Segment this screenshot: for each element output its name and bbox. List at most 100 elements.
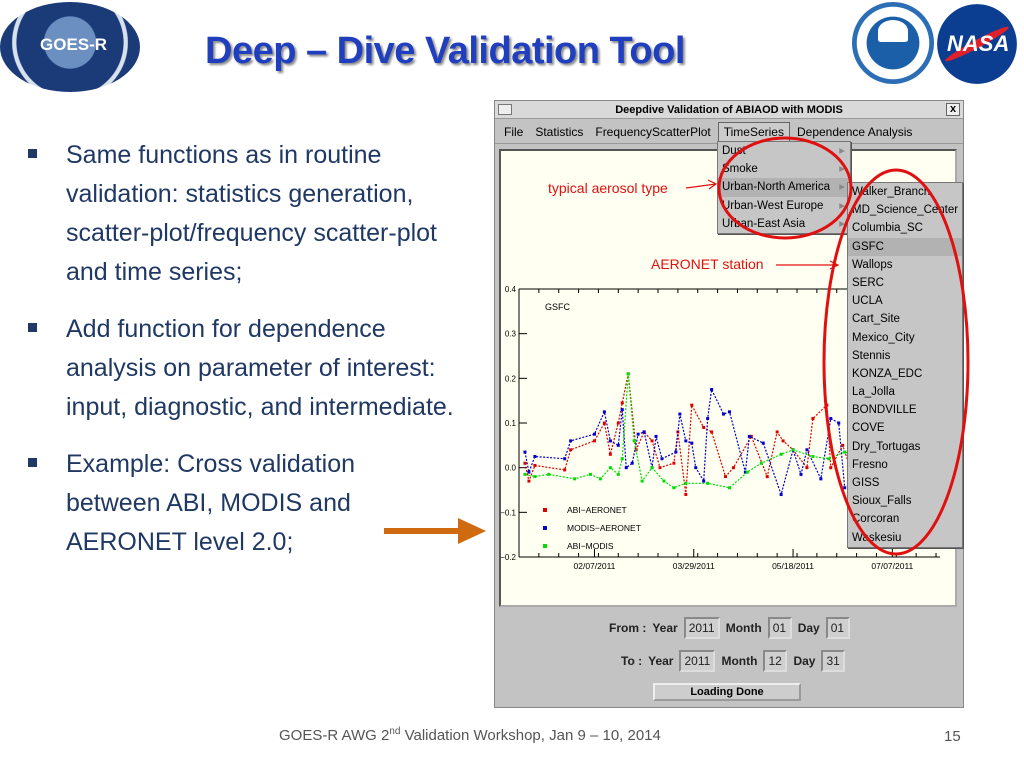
menu-item[interactable]: Corcoran: [848, 510, 962, 528]
data-point: [662, 479, 666, 483]
data-point: [650, 466, 654, 470]
menu-item[interactable]: Urban-East Asia: [718, 215, 850, 233]
to-month-input[interactable]: 12: [763, 650, 788, 672]
menu-item[interactable]: GSFC: [848, 237, 962, 256]
data-point: [620, 401, 624, 405]
menu-item[interactable]: COVE: [848, 419, 962, 437]
data-point: [660, 457, 664, 461]
legend-marker: [543, 508, 547, 512]
y-tick-label: 0.1: [505, 419, 517, 428]
menu-item[interactable]: Stennis: [848, 347, 962, 365]
data-point: [640, 479, 644, 483]
data-point: [791, 448, 795, 452]
data-point: [636, 432, 640, 436]
noaa-logo: [852, 2, 934, 84]
y-tick-label: −0.1: [500, 508, 516, 517]
from-day-input[interactable]: 01: [825, 617, 850, 639]
data-point: [569, 448, 573, 452]
menu-item[interactable]: Fresno: [848, 456, 962, 474]
data-point: [829, 466, 833, 470]
to-day-label: Day: [793, 654, 816, 668]
menu-item[interactable]: Smoke: [718, 160, 850, 178]
data-point: [674, 450, 678, 454]
data-point: [710, 430, 714, 434]
menu-item[interactable]: MD_Science_Center: [848, 201, 962, 219]
legend-marker: [543, 526, 547, 530]
menu-item[interactable]: Cart_Site: [848, 310, 962, 328]
data-point: [728, 410, 731, 414]
legend-label: ABI−MODIS: [567, 541, 614, 551]
menu-frequency-scatter-plot[interactable]: FrequencyScatterPlot: [590, 123, 715, 141]
to-date-row: To : Year 2011 Month 12 Day 31: [621, 650, 846, 672]
window-menu-button[interactable]: [498, 104, 512, 115]
data-point: [781, 439, 785, 443]
to-label: To :: [621, 654, 643, 668]
menu-item[interactable]: Urban-West Europe: [718, 197, 850, 215]
menu-item[interactable]: Dry_Tortugas: [848, 438, 962, 456]
goes-r-logo: GOES-R: [0, 2, 140, 92]
aerosol-annotation: typical aerosol type: [548, 180, 668, 196]
data-point: [799, 472, 803, 476]
bullet-text: Same functions as in routine validation:…: [66, 141, 437, 286]
data-point: [598, 477, 602, 481]
data-point: [745, 470, 749, 474]
menu-item[interactable]: Sioux_Falls: [848, 492, 962, 510]
bullet-marker-icon: [28, 458, 37, 467]
data-point: [811, 455, 815, 458]
data-point: [563, 457, 567, 461]
menu-item[interactable]: Dust: [718, 142, 850, 160]
data-point: [672, 486, 676, 490]
menu-statistics[interactable]: Statistics: [530, 123, 588, 141]
data-point: [527, 479, 531, 483]
data-point: [702, 425, 706, 429]
bullet-item: Example: Cross validation between ABI, M…: [28, 445, 378, 562]
from-month-input[interactable]: 01: [767, 617, 792, 639]
data-point: [779, 452, 783, 456]
data-point: [523, 461, 527, 465]
data-point: [731, 466, 735, 470]
menu-item[interactable]: KONZA_EDC: [848, 365, 962, 383]
menu-item[interactable]: Waskesiu: [848, 529, 962, 547]
menu-item[interactable]: Columbia_SC: [848, 219, 962, 237]
data-point: [702, 479, 706, 483]
data-point: [775, 430, 779, 434]
x-tick-label: 05/18/2011: [772, 561, 814, 571]
data-point: [616, 421, 620, 425]
footer: GOES-R AWG 2nd Validation Workshop, Jan …: [279, 726, 661, 744]
x-tick-label: 02/07/2011: [574, 561, 616, 571]
menu-item[interactable]: GISS: [848, 474, 962, 492]
data-point: [592, 439, 596, 443]
menu-item[interactable]: Mexico_City: [848, 329, 962, 347]
menu-item[interactable]: Urban-North America: [718, 178, 850, 197]
menu-item[interactable]: BONDVILLE: [848, 401, 962, 419]
data-point: [592, 432, 596, 436]
close-button[interactable]: x: [946, 103, 960, 116]
data-point: [527, 470, 531, 474]
to-day-input[interactable]: 31: [821, 650, 846, 672]
menu-dependence-analysis[interactable]: Dependence Analysis: [792, 123, 917, 141]
menu-item[interactable]: La_Jolla: [848, 383, 962, 401]
goes-r-logo-text: GOES-R: [40, 35, 108, 54]
data-point: [827, 457, 831, 461]
menu-item[interactable]: UCLA: [848, 292, 962, 310]
data-point: [722, 412, 726, 416]
data-point: [650, 439, 654, 443]
bullet-item: Add function for dependence analysis on …: [28, 310, 478, 427]
data-point: [547, 472, 551, 476]
menu-item[interactable]: SERC: [848, 274, 962, 292]
menu-item[interactable]: Wallops: [848, 256, 962, 274]
data-point: [626, 372, 630, 376]
y-tick-label: 0.2: [505, 374, 517, 383]
legend-label: ABI−AERONET: [567, 505, 627, 515]
y-tick-label: 0.3: [505, 330, 517, 339]
menu-item[interactable]: Walker_Branch: [848, 183, 962, 201]
menu-time-series[interactable]: TimeSeries: [717, 121, 790, 142]
loading-done-button[interactable]: Loading Done: [653, 683, 801, 701]
data-point: [608, 452, 612, 456]
data-point: [654, 434, 658, 438]
bullet-item: Same functions as in routine validation:…: [28, 136, 478, 292]
from-year-input[interactable]: 2011: [683, 617, 720, 639]
menu-file[interactable]: File: [499, 123, 528, 141]
to-year-input[interactable]: 2011: [679, 650, 716, 672]
data-point: [761, 441, 765, 445]
